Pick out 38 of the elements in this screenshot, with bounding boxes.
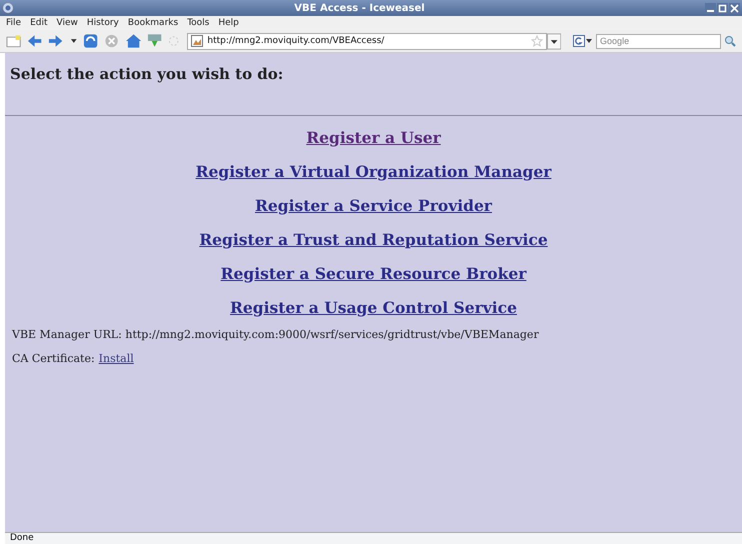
certificate-label: CA Certificate: (12, 352, 95, 365)
menu-item[interactable]: History (86, 18, 119, 28)
maximize-button[interactable] (717, 2, 728, 14)
menu-item[interactable]: Help (218, 18, 239, 28)
stop-icon[interactable] (104, 34, 120, 48)
register-link[interactable]: Register a Service Provider (255, 196, 492, 215)
register-link[interactable]: Register a Usage Control Service (230, 298, 517, 317)
menu-item[interactable]: Bookmarks (128, 18, 178, 28)
search-icon[interactable] (724, 35, 736, 47)
register-link[interactable]: Register a User (306, 128, 441, 147)
reload-icon[interactable] (83, 34, 98, 48)
address-bar[interactable]: http://mng2.moviquity.com/VBEAccess/ (187, 32, 547, 50)
register-link[interactable]: Register a Trust and Reputation Service (199, 230, 548, 249)
menu-item[interactable]: Edit (30, 18, 48, 28)
menu-item[interactable]: File (6, 18, 22, 28)
download-icon[interactable] (146, 34, 162, 48)
back-icon[interactable] (27, 34, 42, 48)
forward-icon[interactable] (48, 34, 64, 48)
window-title: VBE Access - Iceweasel (293, 2, 426, 14)
minimize-button[interactable] (705, 2, 716, 14)
close-button[interactable] (729, 2, 740, 14)
home-icon[interactable] (126, 34, 141, 48)
manager-url-text: VBE Manager URL: http://mng2.moviquity.com:9000/wsrf/services/gridtrust/vbe/VBEManager (12, 328, 540, 341)
install-link[interactable]: Install (98, 352, 134, 365)
register-link[interactable]: Register a Virtual Organization Manager (196, 162, 552, 181)
page-heading: Select the action you wish to do: (9, 64, 284, 83)
register-link[interactable]: Register a Secure Resource Broker (220, 264, 526, 283)
history-dropdown-button[interactable] (546, 32, 562, 50)
page-icon (191, 35, 204, 47)
bookmark-icon[interactable] (6, 34, 22, 48)
throbber-icon (168, 35, 180, 47)
search-field[interactable]: Google (596, 34, 722, 48)
menu-item[interactable]: Tools (187, 18, 210, 28)
star-icon[interactable] (530, 35, 543, 47)
app-icon (2, 2, 14, 14)
status-bar: Done (5, 532, 742, 544)
search-engine-icon[interactable] (573, 35, 594, 47)
menu-item[interactable]: View (56, 18, 78, 28)
